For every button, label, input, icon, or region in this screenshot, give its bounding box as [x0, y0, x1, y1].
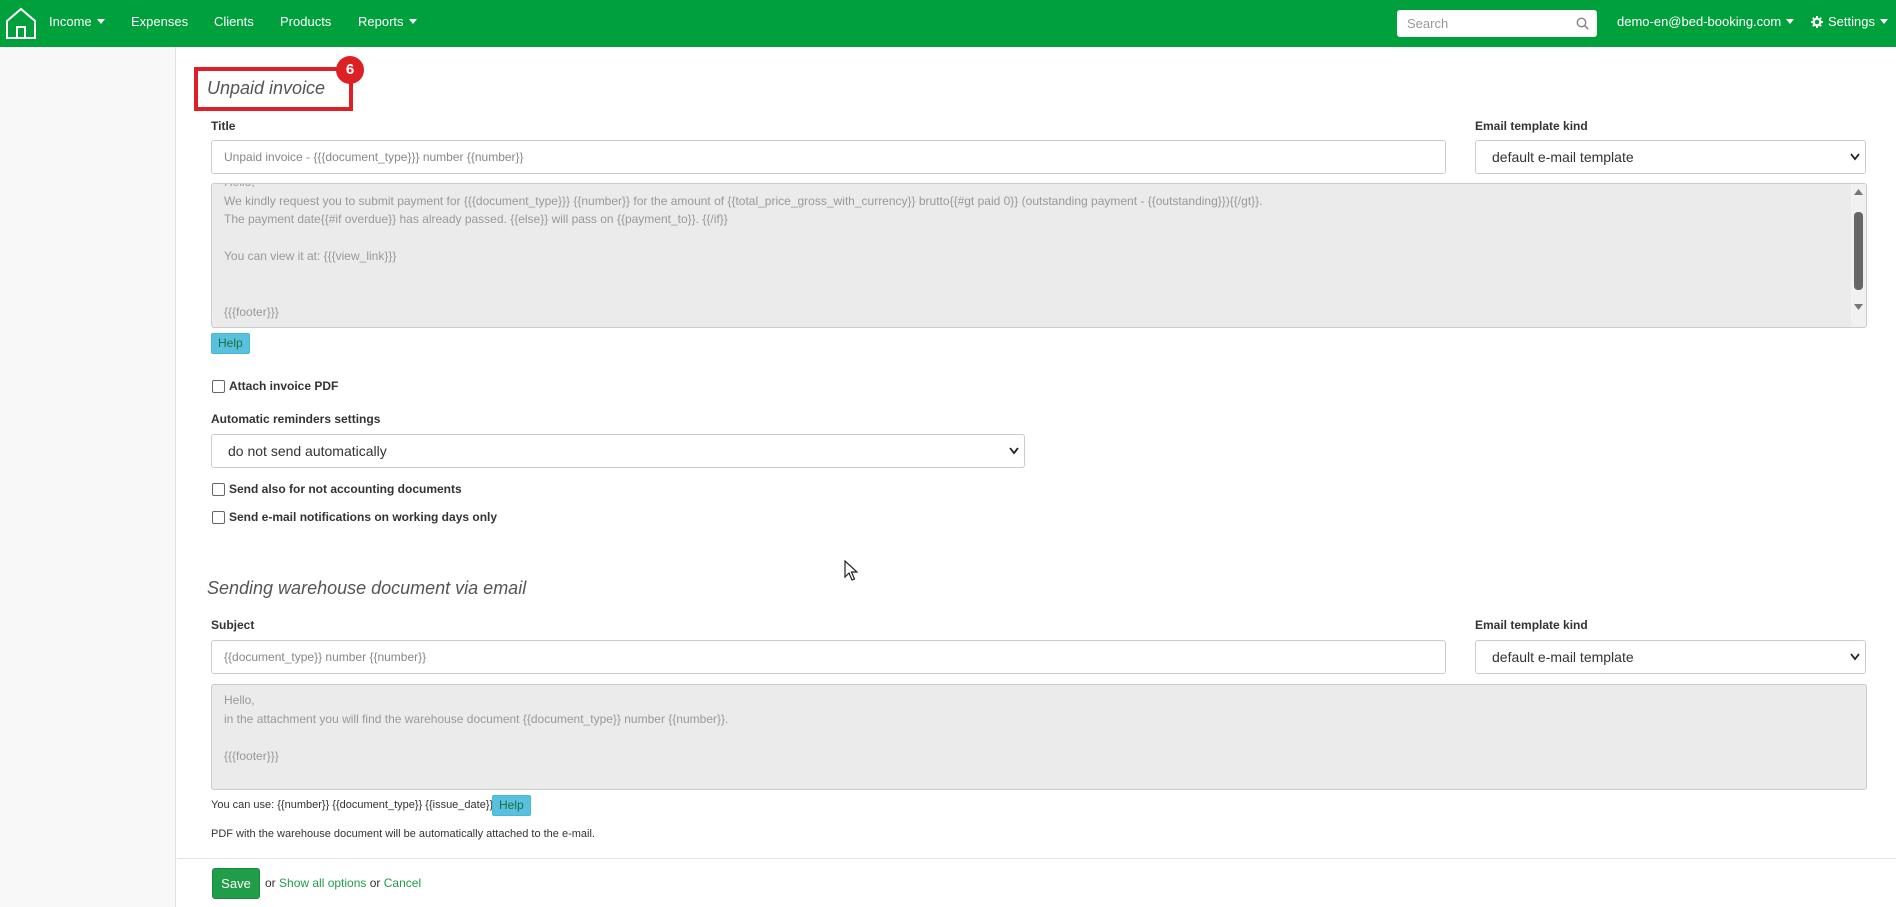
- reminders-select[interactable]: do not send automatically: [211, 434, 1025, 468]
- checkbox-box[interactable]: [212, 482, 225, 496]
- nav-clients[interactable]: Clients: [214, 0, 254, 43]
- form-actions: or Show all options or Cancel: [265, 876, 421, 890]
- save-button[interactable]: Save: [212, 868, 260, 899]
- nav-reports-label: Reports: [358, 14, 404, 29]
- unpaid-body-textarea[interactable]: Hello, We kindly request you to submit p…: [211, 183, 1867, 328]
- working-days-label: Send e-mail notifications on working day…: [229, 510, 498, 524]
- nav-products[interactable]: Products: [280, 0, 331, 43]
- scroll-down-icon[interactable]: [1851, 301, 1866, 313]
- mouse-cursor-icon: [844, 560, 858, 581]
- body-line: We kindly request you to submit payment …: [224, 193, 1263, 208]
- title-input[interactable]: Unpaid invoice - {{{document_type}}} num…: [211, 140, 1446, 174]
- form-actions-bar: [177, 858, 1896, 907]
- cancel-link[interactable]: Cancel: [384, 876, 421, 890]
- reminders-value: do not send automatically: [228, 443, 387, 459]
- body-line: [224, 730, 1854, 749]
- help-button[interactable]: Help: [211, 333, 250, 354]
- subject-input[interactable]: {{document_type}} number {{number}}: [211, 640, 1446, 674]
- checkbox-box[interactable]: [212, 379, 225, 393]
- subject-label: Subject: [211, 618, 255, 632]
- body-line: [224, 268, 1854, 287]
- body-line: The payment date{{#if overdue}} has alre…: [224, 212, 728, 226]
- warehouse-help-button[interactable]: Help: [492, 795, 531, 816]
- highlight-frame: [194, 67, 353, 111]
- settings-label: Settings: [1828, 14, 1875, 29]
- warehouse-body-textarea[interactable]: Hello, in the attachment you will find t…: [211, 684, 1867, 790]
- nav-expenses-label: Expenses: [131, 14, 189, 29]
- search-icon[interactable]: [1576, 17, 1589, 30]
- or-text: or: [265, 876, 276, 890]
- nav-reports[interactable]: Reports: [358, 0, 417, 43]
- body-line: in the attachment you will find the ware…: [224, 711, 729, 726]
- template-kind-select[interactable]: default e-mail template: [1475, 140, 1866, 174]
- search-box: [1397, 10, 1597, 37]
- pdf-note: PDF with the warehouse document will be …: [211, 828, 595, 840]
- body-line: Hello,: [224, 184, 1854, 194]
- show-all-options-link[interactable]: Show all options: [279, 876, 366, 890]
- reminders-label: Automatic reminders settings: [211, 412, 381, 426]
- search-input[interactable]: [1397, 10, 1567, 37]
- send-not-accounting-label: Send also for not accounting documents: [229, 482, 462, 496]
- nav-income-label: Income: [49, 14, 92, 29]
- left-sidebar: [0, 47, 176, 907]
- nav-expenses[interactable]: Expenses: [131, 0, 188, 43]
- caret-down-icon: [408, 19, 417, 25]
- warehouse-template-kind-label: Email template kind: [1475, 618, 1588, 632]
- or-text: or: [369, 876, 381, 890]
- template-kind-value: default e-mail template: [1492, 149, 1634, 165]
- body-line: [224, 286, 1854, 305]
- nav-income[interactable]: Income: [49, 0, 105, 43]
- textarea-scrollbar[interactable]: [1851, 184, 1866, 327]
- home-icon[interactable]: [4, 5, 38, 41]
- body-line: You can view it at: {{{view_link}}}: [224, 249, 397, 263]
- checkbox-box[interactable]: [212, 510, 225, 524]
- caret-down-icon: [1879, 19, 1888, 25]
- body-line: Hello,: [224, 693, 255, 707]
- working-days-checkbox[interactable]: Send e-mail notifications on working day…: [212, 510, 497, 524]
- can-use-hint: You can use: {{number}} {{document_type}…: [211, 799, 494, 811]
- scroll-up-icon[interactable]: [1851, 186, 1866, 198]
- account-email: demo-en@bed-booking.com: [1617, 14, 1782, 29]
- step-badge: 6: [336, 56, 364, 84]
- attach-pdf-checkbox[interactable]: Attach invoice PDF: [212, 379, 338, 393]
- scrollbar-thumb[interactable]: [1854, 212, 1863, 290]
- title-label: Title: [211, 119, 236, 133]
- settings-menu[interactable]: Settings: [1811, 0, 1888, 43]
- top-navbar: Income Expenses Clients Products Reports…: [0, 0, 1896, 47]
- chevron-down-icon: [1009, 447, 1019, 455]
- account-menu[interactable]: demo-en@bed-booking.com: [1617, 0, 1795, 43]
- attach-pdf-label: Attach invoice PDF: [229, 379, 339, 393]
- warehouse-heading: Sending warehouse document via email: [207, 578, 527, 598]
- chevron-down-icon: [1850, 653, 1860, 661]
- warehouse-template-kind-select[interactable]: default e-mail template: [1475, 640, 1866, 674]
- body-line: {{{footer}}}: [224, 748, 279, 763]
- caret-down-icon: [1786, 19, 1795, 25]
- chevron-down-icon: [1850, 153, 1860, 161]
- body-line: [224, 231, 1854, 250]
- warehouse-template-kind-value: default e-mail template: [1492, 649, 1634, 665]
- send-not-accounting-checkbox[interactable]: Send also for not accounting documents: [212, 482, 462, 496]
- nav-products-label: Products: [280, 14, 332, 29]
- template-kind-label: Email template kind: [1475, 119, 1588, 133]
- body-line: {{{footer}}}: [224, 304, 279, 319]
- nav-clients-label: Clients: [214, 14, 254, 29]
- gear-icon: [1811, 15, 1823, 28]
- caret-down-icon: [96, 19, 105, 25]
